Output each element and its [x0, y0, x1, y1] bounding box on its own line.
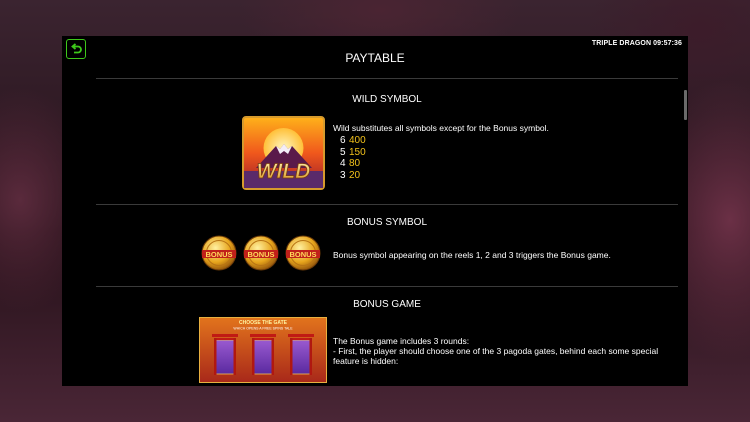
- payout-row: 5 150: [340, 147, 366, 159]
- bonus-game-preview-image: CHOOSE THE GATE WHICH OPENS A FREE SPINS…: [199, 317, 327, 383]
- page-title: PAYTABLE: [345, 51, 405, 65]
- scrollbar[interactable]: [684, 90, 687, 120]
- payout-count: 3: [340, 169, 346, 181]
- bonus-game-section-title: BONUS GAME: [353, 299, 421, 310]
- payout-value: 80: [349, 158, 361, 169]
- pagoda-gate-icon: [212, 334, 238, 375]
- divider: [96, 78, 678, 79]
- paytable-panel[interactable]: [62, 36, 688, 386]
- bonus-coin-icon: BONUS: [285, 235, 321, 271]
- payout-value: 20: [349, 169, 361, 181]
- bonus-coin-icon: BONUS: [201, 235, 237, 271]
- bonus-symbol-section-title: BONUS SYMBOL: [346, 217, 428, 228]
- payout-row: 4 80: [340, 158, 366, 170]
- bonus-coin-icon: BONUS: [243, 235, 279, 271]
- payout-row: 3 20: [340, 170, 366, 182]
- divider: [96, 286, 678, 287]
- bonus-game-subcaption: WHICH OPENS A FREE SPINS TALE: [233, 327, 293, 331]
- wild-description: Wild substitutes all symbols except for …: [333, 123, 549, 133]
- payout-value: 150: [349, 146, 366, 158]
- wild-payout-table: 6 400 5 150 4 80 3 20: [340, 135, 366, 181]
- game-info: TRIPLE DRAGON 09:57:36: [592, 40, 682, 47]
- wild-symbol-image: WILD: [242, 116, 325, 190]
- bonus-coin-text: BONUS: [247, 250, 274, 259]
- bonus-coin-text: BONUS: [205, 250, 232, 259]
- game-name: TRIPLE DRAGON: [591, 40, 652, 47]
- bonus-game-desc-line: feature is hidden:: [333, 356, 399, 366]
- payout-value: 400: [349, 135, 366, 146]
- bonus-symbol-description: Bonus symbol appearing on the reels 1, 2…: [333, 250, 611, 260]
- wild-symbol-text: WILD: [257, 160, 311, 183]
- pagoda-gate-icon: [288, 334, 314, 375]
- payout-row: 6 400: [340, 135, 366, 147]
- pagoda-gate-icon: [250, 334, 276, 375]
- bonus-coin-text: BONUS: [289, 250, 316, 259]
- payout-count: 4: [340, 158, 346, 169]
- bonus-game-desc-line: The Bonus game includes 3 rounds:: [333, 336, 470, 346]
- bonus-game-caption: CHOOSE THE GATE: [239, 320, 288, 326]
- bonus-game-desc-line: - First, the player should choose one of…: [333, 346, 659, 356]
- payout-count: 6: [340, 135, 346, 146]
- divider: [96, 204, 678, 205]
- clock: 09:57:36: [653, 40, 682, 47]
- bonus-game-description: The Bonus game includes 3 rounds: - Firs…: [333, 336, 658, 366]
- wild-section-title: WILD SYMBOL: [352, 94, 422, 105]
- payout-count: 5: [340, 146, 346, 158]
